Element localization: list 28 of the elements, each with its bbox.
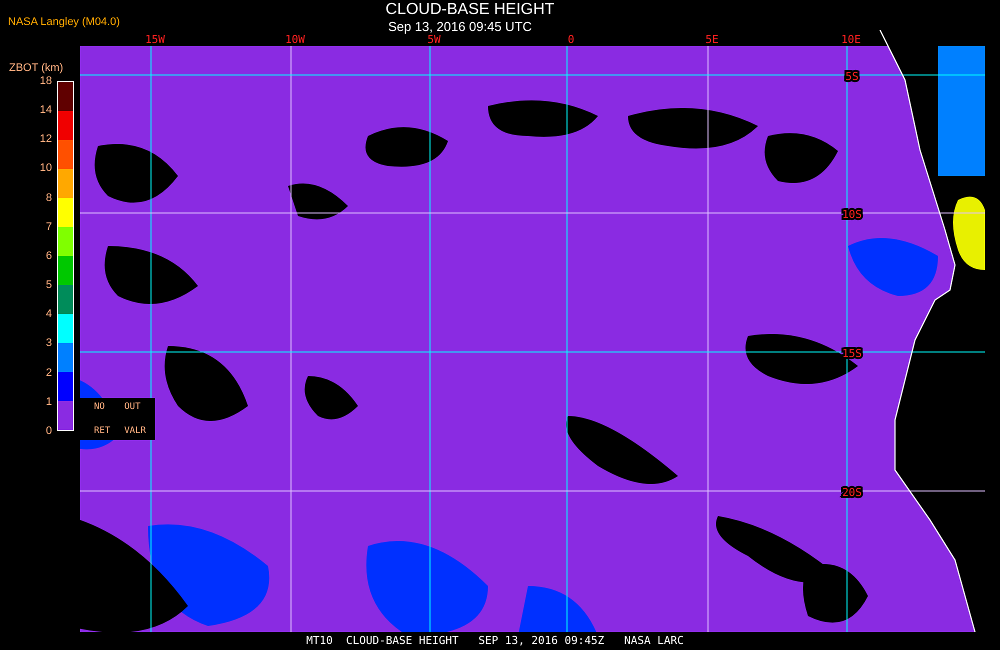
chart-subtitle: Sep 13, 2016 09:45 UTC bbox=[388, 19, 532, 34]
legend-tick-label: 10 bbox=[40, 162, 52, 174]
legend-tick-label: 4 bbox=[46, 308, 52, 320]
legend-title: ZBOT (km) bbox=[9, 62, 64, 75]
footer-caption: MT10 CLOUD-BASE HEIGHT SEP 13, 2016 09:45Z NASA LARC bbox=[306, 633, 684, 649]
legend-label: NO bbox=[94, 402, 106, 412]
legend-tick-label: 5 bbox=[46, 279, 52, 292]
longitude-label: 5E bbox=[705, 33, 719, 46]
legend-label: VALR bbox=[124, 426, 146, 436]
legend-tick-label: 3 bbox=[46, 337, 52, 350]
source-label: NASA Langley (M04.0) bbox=[8, 16, 120, 28]
chart-title: CLOUD-BASE HEIGHT bbox=[386, 1, 554, 19]
longitude-label: 0 bbox=[568, 33, 574, 46]
longitude-label: 5W bbox=[427, 33, 441, 46]
legend-label: OUT bbox=[124, 402, 142, 412]
legend-tick-label: 12 bbox=[40, 133, 52, 146]
legend-tick-label: 8 bbox=[46, 192, 52, 204]
legend-tick-label: 14 bbox=[40, 104, 52, 116]
legend-tick-label: 0 bbox=[46, 424, 52, 437]
legend-tick-label: 2 bbox=[46, 366, 52, 379]
longitude-label: 10W bbox=[285, 33, 305, 46]
legend-tick-label: 1 bbox=[46, 396, 52, 408]
legend-tick-label: 6 bbox=[46, 250, 52, 262]
longitude-label: 10E bbox=[841, 33, 861, 46]
longitude-label: 15W bbox=[145, 33, 165, 46]
legend-label: RET bbox=[94, 426, 110, 436]
legend-tick-label: 7 bbox=[46, 220, 52, 233]
legend-tick-label: 18 bbox=[40, 75, 52, 87]
